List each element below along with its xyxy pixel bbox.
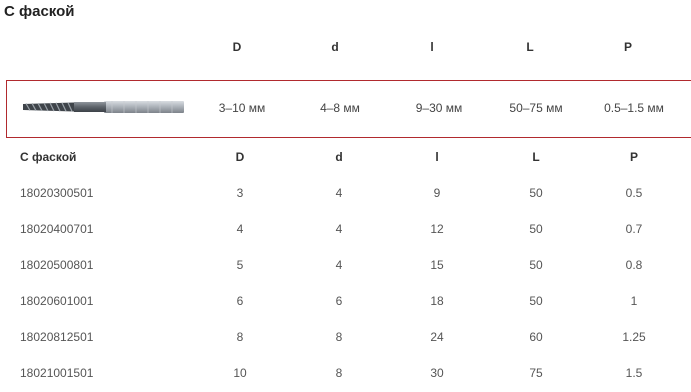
cell-l: 12 (430, 222, 444, 236)
range-d: 4–8 мм (320, 101, 360, 115)
range-P: 0.5–1.5 мм (604, 101, 664, 115)
cell-d: 8 (335, 330, 343, 344)
cell-L: 50 (529, 222, 543, 236)
cell-L: 75 (529, 366, 543, 380)
article-number: 18020601001 (20, 294, 94, 308)
article-number: 18020812501 (20, 330, 94, 344)
cell-l: 24 (430, 330, 444, 344)
cell-l: 9 (433, 186, 441, 200)
header-D: D (235, 150, 245, 164)
header-L: L (526, 40, 534, 54)
header-P: P (629, 150, 639, 164)
header-d: d (331, 40, 339, 54)
cell-D: 5 (236, 258, 244, 272)
cell-d: 4 (335, 186, 343, 200)
range-D: 3–10 мм (218, 101, 266, 115)
table-row[interactable]: 18020812501 8 8 24 60 1.25 (0, 330, 691, 348)
cell-L: 50 (529, 186, 543, 200)
header-P: P (623, 40, 633, 54)
cell-L: 50 (529, 258, 543, 272)
cell-P: 1 (630, 294, 638, 308)
page-title: С фаской (4, 3, 75, 20)
cell-D: 10 (233, 366, 247, 380)
table-row[interactable]: 18020400701 4 4 12 50 0.7 (0, 222, 691, 240)
cell-D: 4 (236, 222, 244, 236)
end-mill-tool-image (23, 101, 184, 113)
table-header: С фаской D d l L P (0, 150, 691, 166)
cell-l: 30 (430, 366, 444, 380)
cell-P: 1.5 (625, 366, 643, 380)
summary-header: D d l L P (0, 40, 691, 56)
cell-l: 15 (430, 258, 444, 272)
table-row[interactable]: 18021001501 10 8 30 75 1.5 (0, 366, 691, 384)
header-d: d (335, 150, 343, 164)
cell-D: 8 (236, 330, 244, 344)
range-L: 50–75 мм (509, 101, 563, 115)
cell-D: 6 (236, 294, 244, 308)
article-number: 18021001501 (20, 366, 94, 380)
selected-product-row[interactable]: 3–10 мм 4–8 мм 9–30 мм 50–75 мм 0.5–1.5 … (6, 80, 691, 138)
header-L: L (532, 150, 540, 164)
article-number: 18020300501 (20, 186, 94, 200)
header-D: D (232, 40, 242, 54)
cell-L: 60 (529, 330, 543, 344)
cell-d: 4 (335, 222, 343, 236)
header-l: l (430, 40, 434, 54)
cell-d: 4 (335, 258, 343, 272)
cell-d: 6 (335, 294, 343, 308)
header-name: С фаской (20, 150, 77, 164)
table-row[interactable]: 18020601001 6 6 18 50 1 (0, 294, 691, 312)
cell-D: 3 (236, 186, 244, 200)
cell-P: 0.7 (625, 222, 643, 236)
cell-l: 18 (430, 294, 444, 308)
cell-P: 0.5 (625, 186, 643, 200)
cell-P: 1.25 (622, 330, 646, 344)
table-row[interactable]: 18020300501 3 4 9 50 0.5 (0, 186, 691, 204)
cell-L: 50 (529, 294, 543, 308)
header-l: l (435, 150, 439, 164)
table-row[interactable]: 18020500801 5 4 15 50 0.8 (0, 258, 691, 276)
range-l: 9–30 мм (415, 101, 463, 115)
article-number: 18020500801 (20, 258, 94, 272)
cell-d: 8 (335, 366, 343, 380)
cell-P: 0.8 (625, 258, 643, 272)
article-number: 18020400701 (20, 222, 94, 236)
